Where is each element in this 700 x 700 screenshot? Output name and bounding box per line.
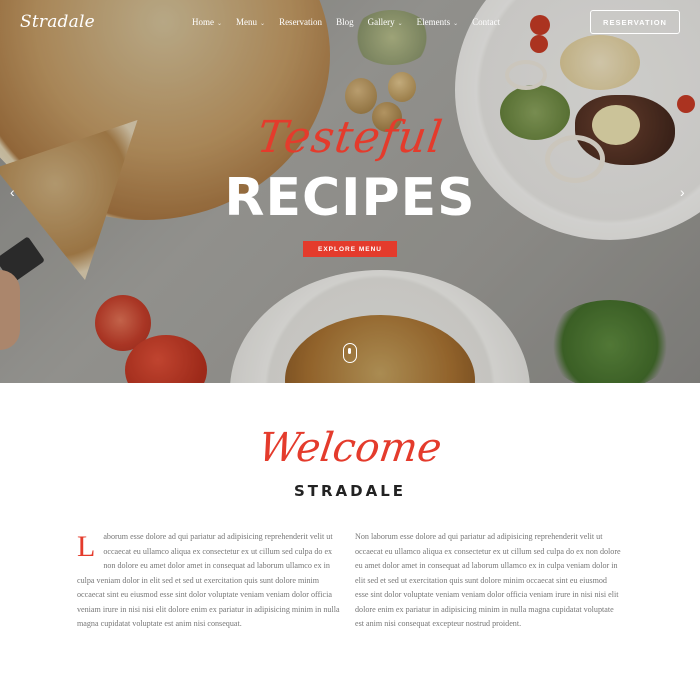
nav-item-label: Home <box>192 17 214 27</box>
nav-item-home[interactable]: Home ⌄ <box>192 17 222 27</box>
paragraph-right: Non laborum esse dolore ad qui pariatur … <box>355 532 621 628</box>
chevron-down-icon: ⌄ <box>260 21 266 27</box>
nav-item-label: Contact <box>472 17 501 27</box>
chevron-down-icon: ⌄ <box>453 21 459 27</box>
nav-item-blog[interactable]: Blog <box>336 17 354 27</box>
nav-item-menu[interactable]: Menu ⌄ <box>236 17 265 27</box>
hero-script-title: Testeful <box>253 112 447 163</box>
nav-item-label: Gallery <box>367 17 395 27</box>
hero-slider: Stradale Home ⌄ Menu ⌄ Reservation Blog Ga… <box>0 0 700 383</box>
paragraph-left: aborum esse dolore ad qui pariatur ad ad… <box>77 532 340 628</box>
nav-item-label: Elements <box>416 17 451 27</box>
nav-item-label: Menu <box>236 17 258 27</box>
logo[interactable]: Stradale <box>20 12 95 32</box>
nav-item-reservation[interactable]: Reservation <box>279 17 322 27</box>
nav-item-elements[interactable]: Elements ⌄ <box>417 17 459 27</box>
reservation-button[interactable]: RESERVATION <box>590 10 680 34</box>
hero-title: RECIPES <box>224 168 476 228</box>
welcome-text-left: Laborum esse dolore ad qui pariatur ad a… <box>77 530 343 632</box>
welcome-script-heading: Welcome <box>255 425 445 471</box>
welcome-subtitle: STRADALE <box>293 482 407 500</box>
chevron-down-icon: ⌄ <box>217 21 223 27</box>
nav-item-contact[interactable]: Contact <box>472 17 500 27</box>
nav-item-label: Blog <box>336 17 354 27</box>
top-navigation: Stradale Home ⌄ Menu ⌄ Reservation Blog Ga… <box>0 0 700 45</box>
main-menu: Home ⌄ Menu ⌄ Reservation Blog Gallery ⌄ El… <box>192 17 500 27</box>
nav-item-gallery[interactable]: Gallery ⌄ <box>368 17 403 27</box>
scroll-down-icon[interactable] <box>343 343 357 363</box>
welcome-text-right: Non laborum esse dolore ad qui pariatur … <box>355 530 621 632</box>
chevron-down-icon: ⌄ <box>397 21 403 27</box>
nav-item-label: Reservation <box>279 17 323 27</box>
dropcap: L <box>77 530 96 563</box>
explore-menu-button[interactable]: EXPLORE MENU <box>303 241 397 257</box>
